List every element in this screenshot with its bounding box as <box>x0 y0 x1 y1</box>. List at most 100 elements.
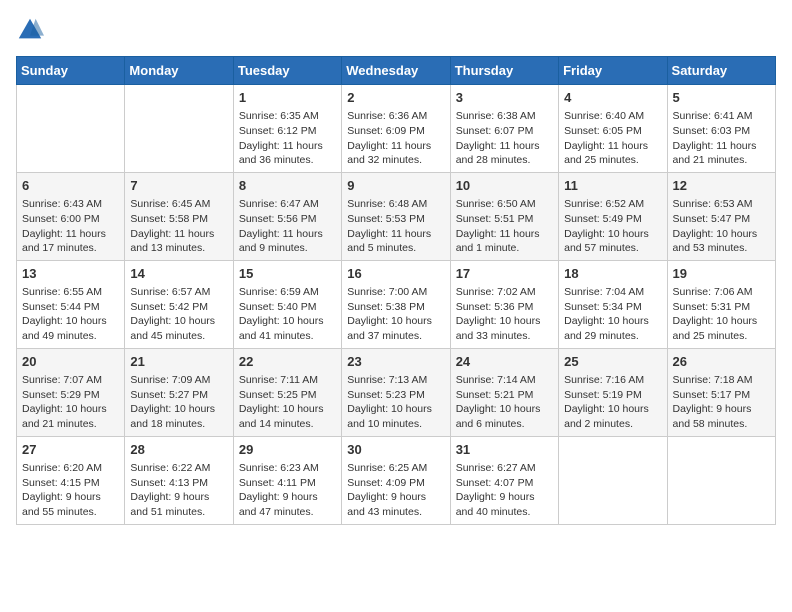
day-info: Sunrise: 7:02 AM Sunset: 5:36 PM Dayligh… <box>456 285 553 344</box>
day-info: Sunrise: 6:27 AM Sunset: 4:07 PM Dayligh… <box>456 461 553 520</box>
calendar-cell: 2 Sunrise: 6:36 AM Sunset: 6:09 PM Daylig… <box>342 85 450 173</box>
calendar-header-row: SundayMondayTuesdayWednesdayThursdayFrid… <box>17 57 776 85</box>
calendar-cell: 16 Sunrise: 7:00 AM Sunset: 5:38 PM Dayli… <box>342 260 450 348</box>
day-info: Sunrise: 6:36 AM Sunset: 6:09 PM Dayligh… <box>347 109 444 168</box>
day-info: Sunrise: 6:41 AM Sunset: 6:03 PM Dayligh… <box>673 109 770 168</box>
calendar-cell <box>125 85 233 173</box>
day-number: 1 <box>239 89 336 107</box>
calendar-week-4: 20 Sunrise: 7:07 AM Sunset: 5:29 PM Dayli… <box>17 348 776 436</box>
day-info: Sunrise: 6:47 AM Sunset: 5:56 PM Dayligh… <box>239 197 336 256</box>
day-info: Sunrise: 7:07 AM Sunset: 5:29 PM Dayligh… <box>22 373 119 432</box>
day-info: Sunrise: 6:38 AM Sunset: 6:07 PM Dayligh… <box>456 109 553 168</box>
day-number: 18 <box>564 265 661 283</box>
day-number: 11 <box>564 177 661 195</box>
day-info: Sunrise: 6:59 AM Sunset: 5:40 PM Dayligh… <box>239 285 336 344</box>
logo <box>16 16 48 44</box>
calendar-cell: 29 Sunrise: 6:23 AM Sunset: 4:11 PM Dayli… <box>233 436 341 524</box>
calendar-cell: 10 Sunrise: 6:50 AM Sunset: 5:51 PM Dayli… <box>450 172 558 260</box>
calendar-cell: 4 Sunrise: 6:40 AM Sunset: 6:05 PM Daylig… <box>559 85 667 173</box>
day-info: Sunrise: 7:13 AM Sunset: 5:23 PM Dayligh… <box>347 373 444 432</box>
day-number: 15 <box>239 265 336 283</box>
day-number: 25 <box>564 353 661 371</box>
calendar-cell: 27Sunrise: 6:20 AM Sunset: 4:15 PM Dayli… <box>17 436 125 524</box>
day-header-monday: Monday <box>125 57 233 85</box>
calendar-cell <box>667 436 775 524</box>
calendar-cell: 25 Sunrise: 7:16 AM Sunset: 5:19 PM Dayli… <box>559 348 667 436</box>
day-info: Sunrise: 7:11 AM Sunset: 5:25 PM Dayligh… <box>239 373 336 432</box>
day-info: Sunrise: 6:55 AM Sunset: 5:44 PM Dayligh… <box>22 285 119 344</box>
day-info: Sunrise: 6:40 AM Sunset: 6:05 PM Dayligh… <box>564 109 661 168</box>
calendar-cell: 30 Sunrise: 6:25 AM Sunset: 4:09 PM Dayli… <box>342 436 450 524</box>
day-number: 31 <box>456 441 553 459</box>
day-info: Sunrise: 7:06 AM Sunset: 5:31 PM Dayligh… <box>673 285 770 344</box>
calendar-cell: 13 Sunrise: 6:55 AM Sunset: 5:44 PM Dayli… <box>17 260 125 348</box>
day-header-friday: Friday <box>559 57 667 85</box>
calendar-week-1: 1 Sunrise: 6:35 AM Sunset: 6:12 PM Daylig… <box>17 85 776 173</box>
day-number: 19 <box>673 265 770 283</box>
day-info: Sunrise: 7:14 AM Sunset: 5:21 PM Dayligh… <box>456 373 553 432</box>
day-number: 7 <box>130 177 227 195</box>
day-number: 10 <box>456 177 553 195</box>
calendar-cell: 6Sunrise: 6:43 AM Sunset: 6:00 PM Daylig… <box>17 172 125 260</box>
day-info: Sunrise: 6:53 AM Sunset: 5:47 PM Dayligh… <box>673 197 770 256</box>
day-number: 27 <box>22 441 119 459</box>
calendar-cell: 26Sunrise: 7:18 AM Sunset: 5:17 PM Dayli… <box>667 348 775 436</box>
day-header-saturday: Saturday <box>667 57 775 85</box>
day-number: 2 <box>347 89 444 107</box>
day-header-wednesday: Wednesday <box>342 57 450 85</box>
day-info: Sunrise: 6:52 AM Sunset: 5:49 PM Dayligh… <box>564 197 661 256</box>
day-number: 23 <box>347 353 444 371</box>
calendar-cell: 23 Sunrise: 7:13 AM Sunset: 5:23 PM Dayli… <box>342 348 450 436</box>
day-info: Sunrise: 6:43 AM Sunset: 6:00 PM Dayligh… <box>22 197 119 256</box>
day-info: Sunrise: 6:35 AM Sunset: 6:12 PM Dayligh… <box>239 109 336 168</box>
day-number: 12 <box>673 177 770 195</box>
day-number: 20 <box>22 353 119 371</box>
logo-icon <box>16 16 44 44</box>
calendar-table: SundayMondayTuesdayWednesdayThursdayFrid… <box>16 56 776 525</box>
day-info: Sunrise: 7:16 AM Sunset: 5:19 PM Dayligh… <box>564 373 661 432</box>
day-info: Sunrise: 7:09 AM Sunset: 5:27 PM Dayligh… <box>130 373 227 432</box>
calendar-cell: 28 Sunrise: 6:22 AM Sunset: 4:13 PM Dayli… <box>125 436 233 524</box>
calendar-week-5: 27Sunrise: 6:20 AM Sunset: 4:15 PM Dayli… <box>17 436 776 524</box>
calendar-cell: 22Sunrise: 7:11 AM Sunset: 5:25 PM Dayli… <box>233 348 341 436</box>
day-info: Sunrise: 6:22 AM Sunset: 4:13 PM Dayligh… <box>130 461 227 520</box>
calendar-cell <box>17 85 125 173</box>
page-header <box>16 16 776 44</box>
calendar-cell: 8Sunrise: 6:47 AM Sunset: 5:56 PM Daylig… <box>233 172 341 260</box>
day-header-thursday: Thursday <box>450 57 558 85</box>
calendar-week-2: 6Sunrise: 6:43 AM Sunset: 6:00 PM Daylig… <box>17 172 776 260</box>
day-info: Sunrise: 6:25 AM Sunset: 4:09 PM Dayligh… <box>347 461 444 520</box>
calendar-cell: 3 Sunrise: 6:38 AM Sunset: 6:07 PM Daylig… <box>450 85 558 173</box>
calendar-cell: 9 Sunrise: 6:48 AM Sunset: 5:53 PM Daylig… <box>342 172 450 260</box>
calendar-cell: 21 Sunrise: 7:09 AM Sunset: 5:27 PM Dayli… <box>125 348 233 436</box>
day-number: 13 <box>22 265 119 283</box>
day-number: 29 <box>239 441 336 459</box>
day-header-tuesday: Tuesday <box>233 57 341 85</box>
day-info: Sunrise: 6:50 AM Sunset: 5:51 PM Dayligh… <box>456 197 553 256</box>
day-info: Sunrise: 7:00 AM Sunset: 5:38 PM Dayligh… <box>347 285 444 344</box>
calendar-week-3: 13 Sunrise: 6:55 AM Sunset: 5:44 PM Dayli… <box>17 260 776 348</box>
day-info: Sunrise: 7:18 AM Sunset: 5:17 PM Dayligh… <box>673 373 770 432</box>
day-number: 30 <box>347 441 444 459</box>
calendar-cell: 20 Sunrise: 7:07 AM Sunset: 5:29 PM Dayli… <box>17 348 125 436</box>
day-number: 14 <box>130 265 227 283</box>
calendar-cell: 5 Sunrise: 6:41 AM Sunset: 6:03 PM Daylig… <box>667 85 775 173</box>
day-number: 9 <box>347 177 444 195</box>
day-number: 16 <box>347 265 444 283</box>
day-number: 5 <box>673 89 770 107</box>
calendar-cell: 12 Sunrise: 6:53 AM Sunset: 5:47 PM Dayli… <box>667 172 775 260</box>
calendar-cell: 11 Sunrise: 6:52 AM Sunset: 5:49 PM Dayli… <box>559 172 667 260</box>
day-info: Sunrise: 6:48 AM Sunset: 5:53 PM Dayligh… <box>347 197 444 256</box>
day-info: Sunrise: 6:57 AM Sunset: 5:42 PM Dayligh… <box>130 285 227 344</box>
calendar-cell: 7 Sunrise: 6:45 AM Sunset: 5:58 PM Daylig… <box>125 172 233 260</box>
day-number: 3 <box>456 89 553 107</box>
calendar-cell: 14 Sunrise: 6:57 AM Sunset: 5:42 PM Dayli… <box>125 260 233 348</box>
day-number: 4 <box>564 89 661 107</box>
day-info: Sunrise: 6:45 AM Sunset: 5:58 PM Dayligh… <box>130 197 227 256</box>
calendar-cell: 24Sunrise: 7:14 AM Sunset: 5:21 PM Dayli… <box>450 348 558 436</box>
day-number: 28 <box>130 441 227 459</box>
calendar-cell: 1 Sunrise: 6:35 AM Sunset: 6:12 PM Daylig… <box>233 85 341 173</box>
day-info: Sunrise: 6:23 AM Sunset: 4:11 PM Dayligh… <box>239 461 336 520</box>
calendar-cell: 18Sunrise: 7:04 AM Sunset: 5:34 PM Dayli… <box>559 260 667 348</box>
day-number: 21 <box>130 353 227 371</box>
